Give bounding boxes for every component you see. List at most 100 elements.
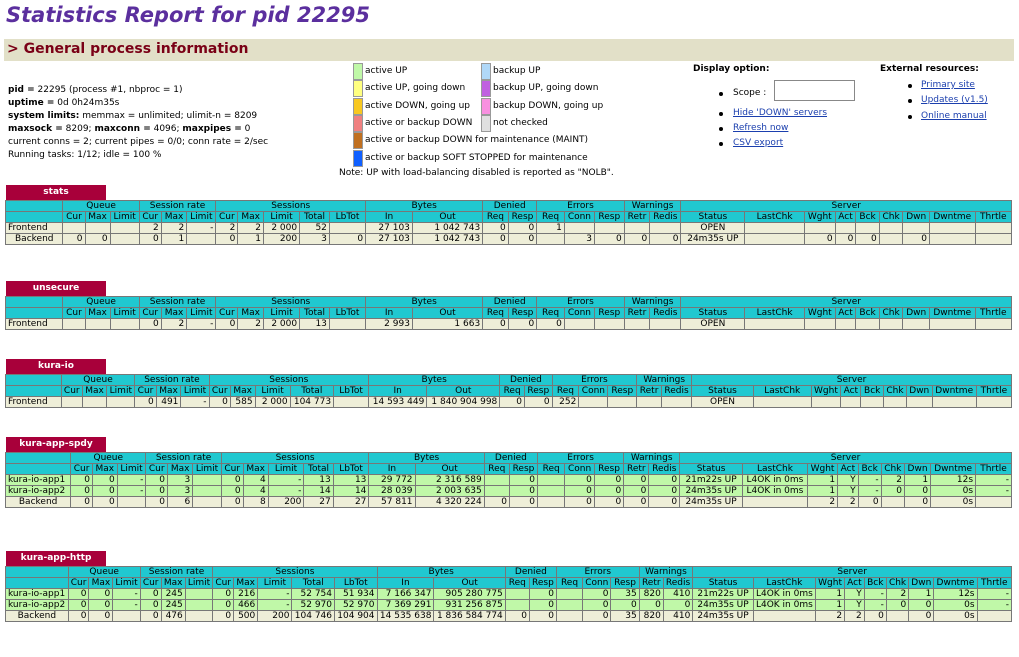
proxy-name-kura-app-spdy[interactable]: kura-app-spdy xyxy=(6,437,106,452)
primary-site-link[interactable]: Primary site xyxy=(921,80,975,90)
column-header: Limit xyxy=(184,577,214,589)
table-cell[interactable]: Backend xyxy=(4,233,64,245)
table-cell xyxy=(623,318,651,330)
table-cell: - xyxy=(976,588,1013,600)
column-header: Max xyxy=(237,307,264,319)
updates-link[interactable]: Updates (v1.5) xyxy=(921,95,988,105)
table-cell: 0 xyxy=(648,496,681,508)
scope-input[interactable] xyxy=(774,80,855,101)
column-header: Dwntme xyxy=(933,577,978,589)
column-header: Max xyxy=(160,211,188,223)
table-cell: 0 xyxy=(855,233,880,245)
table-cell: 0 xyxy=(564,474,595,486)
table-cell[interactable]: kura-io-app1 xyxy=(4,474,72,486)
table-cell: 252 xyxy=(551,396,580,408)
table-cell: 0 xyxy=(610,599,640,611)
hide-down-link[interactable]: Hide 'DOWN' servers xyxy=(733,108,827,118)
table-cell: 0 xyxy=(536,318,565,330)
table-cell: 0 xyxy=(67,610,90,622)
csv-export-link[interactable]: CSV export xyxy=(733,138,783,148)
table-cell xyxy=(880,496,905,508)
column-header: Limit xyxy=(262,307,301,319)
table-cell: 27 xyxy=(303,496,334,508)
table-cell: 200 xyxy=(267,496,305,508)
table-cell: - xyxy=(257,588,293,600)
table-row: Frontend 0 2-0 2 2 000 13 2 993 1 663 0 0 0 OPEN xyxy=(4,318,1013,330)
table-cell: 1 xyxy=(160,233,188,245)
table-cell: 0 xyxy=(145,474,169,486)
table-cell: Y xyxy=(837,474,859,486)
column-header: Retr xyxy=(623,211,651,223)
group-header: Sessions xyxy=(212,566,378,578)
table-cell xyxy=(109,318,140,330)
table-cell[interactable]: kura-io-app2 xyxy=(4,485,72,497)
table-cell: 0 xyxy=(593,496,625,508)
table-cell[interactable]: kura-io-app2 xyxy=(5,599,69,611)
table-cell[interactable]: Backend xyxy=(5,610,69,622)
online-manual-link[interactable]: Online manual xyxy=(921,111,987,121)
table-cell: - xyxy=(863,599,887,611)
table-cell[interactable]: kura-io-app1 xyxy=(5,588,69,600)
legend-label: active or backup DOWN for maintenance (M… xyxy=(365,135,589,146)
refresh-link[interactable]: Refresh now xyxy=(733,123,788,133)
table-cell: 0 xyxy=(908,610,935,622)
table-cell: 466 xyxy=(233,599,259,611)
table-cell[interactable]: Frontend xyxy=(4,318,64,330)
table-cell xyxy=(593,318,625,330)
column-header: Bck xyxy=(855,211,880,223)
column-header: Limit xyxy=(192,463,222,475)
column-header: In xyxy=(365,307,413,319)
table-cell: 0 xyxy=(857,496,882,508)
proxy-name-kura-app-http[interactable]: kura-app-http xyxy=(6,551,106,566)
column-header: Resp xyxy=(593,307,625,319)
group-header: Errors xyxy=(537,452,625,464)
column-header xyxy=(5,385,62,397)
column-header: Cur xyxy=(138,211,162,223)
table-cell: - xyxy=(186,318,217,330)
column-header: LastChk xyxy=(752,577,817,589)
table-cell: 51 934 xyxy=(334,588,378,600)
legend-swatch xyxy=(353,97,363,115)
column-header: Redis xyxy=(648,463,681,475)
proxy-name-kura-io[interactable]: kura-io xyxy=(6,359,106,374)
table-cell: 27 xyxy=(332,496,370,508)
table-cell: 7 369 291 xyxy=(376,599,435,611)
table-cell xyxy=(834,318,857,330)
table-cell: - xyxy=(975,485,1012,497)
column-header: Status xyxy=(680,211,746,223)
table-cell: 3 xyxy=(167,474,194,486)
column-header: LbTot xyxy=(334,577,378,589)
column-header: In xyxy=(368,385,428,397)
table-cell: 1 xyxy=(536,222,565,234)
column-header: Resp xyxy=(508,463,539,475)
table-cell xyxy=(929,318,976,330)
proxy-name-stats[interactable]: stats xyxy=(6,185,106,200)
column-header: Redis xyxy=(649,307,682,319)
table-cell: 0 xyxy=(662,599,694,611)
table-cell: 0 xyxy=(91,474,118,486)
table-cell: 0 xyxy=(91,496,118,508)
group-header: Server xyxy=(679,452,1012,464)
column-header: Req xyxy=(483,463,510,475)
table-cell: 2 993 xyxy=(365,318,413,330)
table-cell: 0 xyxy=(508,474,539,486)
column-header: LbTot xyxy=(333,385,370,397)
table-cell: 410 xyxy=(662,588,694,600)
table-cell: 0 xyxy=(593,485,625,497)
table-cell xyxy=(109,222,140,234)
group-header: Session rate xyxy=(138,296,217,308)
table-cell xyxy=(84,222,111,234)
table-cell: 2 xyxy=(215,222,239,234)
column-header: Act xyxy=(844,577,865,589)
table-cell: 0 xyxy=(483,496,510,508)
column-header: Req xyxy=(482,307,509,319)
table-cell[interactable]: Frontend xyxy=(4,222,64,234)
table-cell: Y xyxy=(837,485,859,497)
legend-label: backup UP, going down xyxy=(493,83,599,94)
table-cell xyxy=(328,318,367,330)
table-cell[interactable]: Backend xyxy=(4,496,72,508)
table-cell xyxy=(855,222,880,234)
table-cell[interactable]: Frontend xyxy=(5,396,62,408)
table-cell: 0 xyxy=(623,485,650,497)
proxy-name-unsecure[interactable]: unsecure xyxy=(6,281,106,296)
